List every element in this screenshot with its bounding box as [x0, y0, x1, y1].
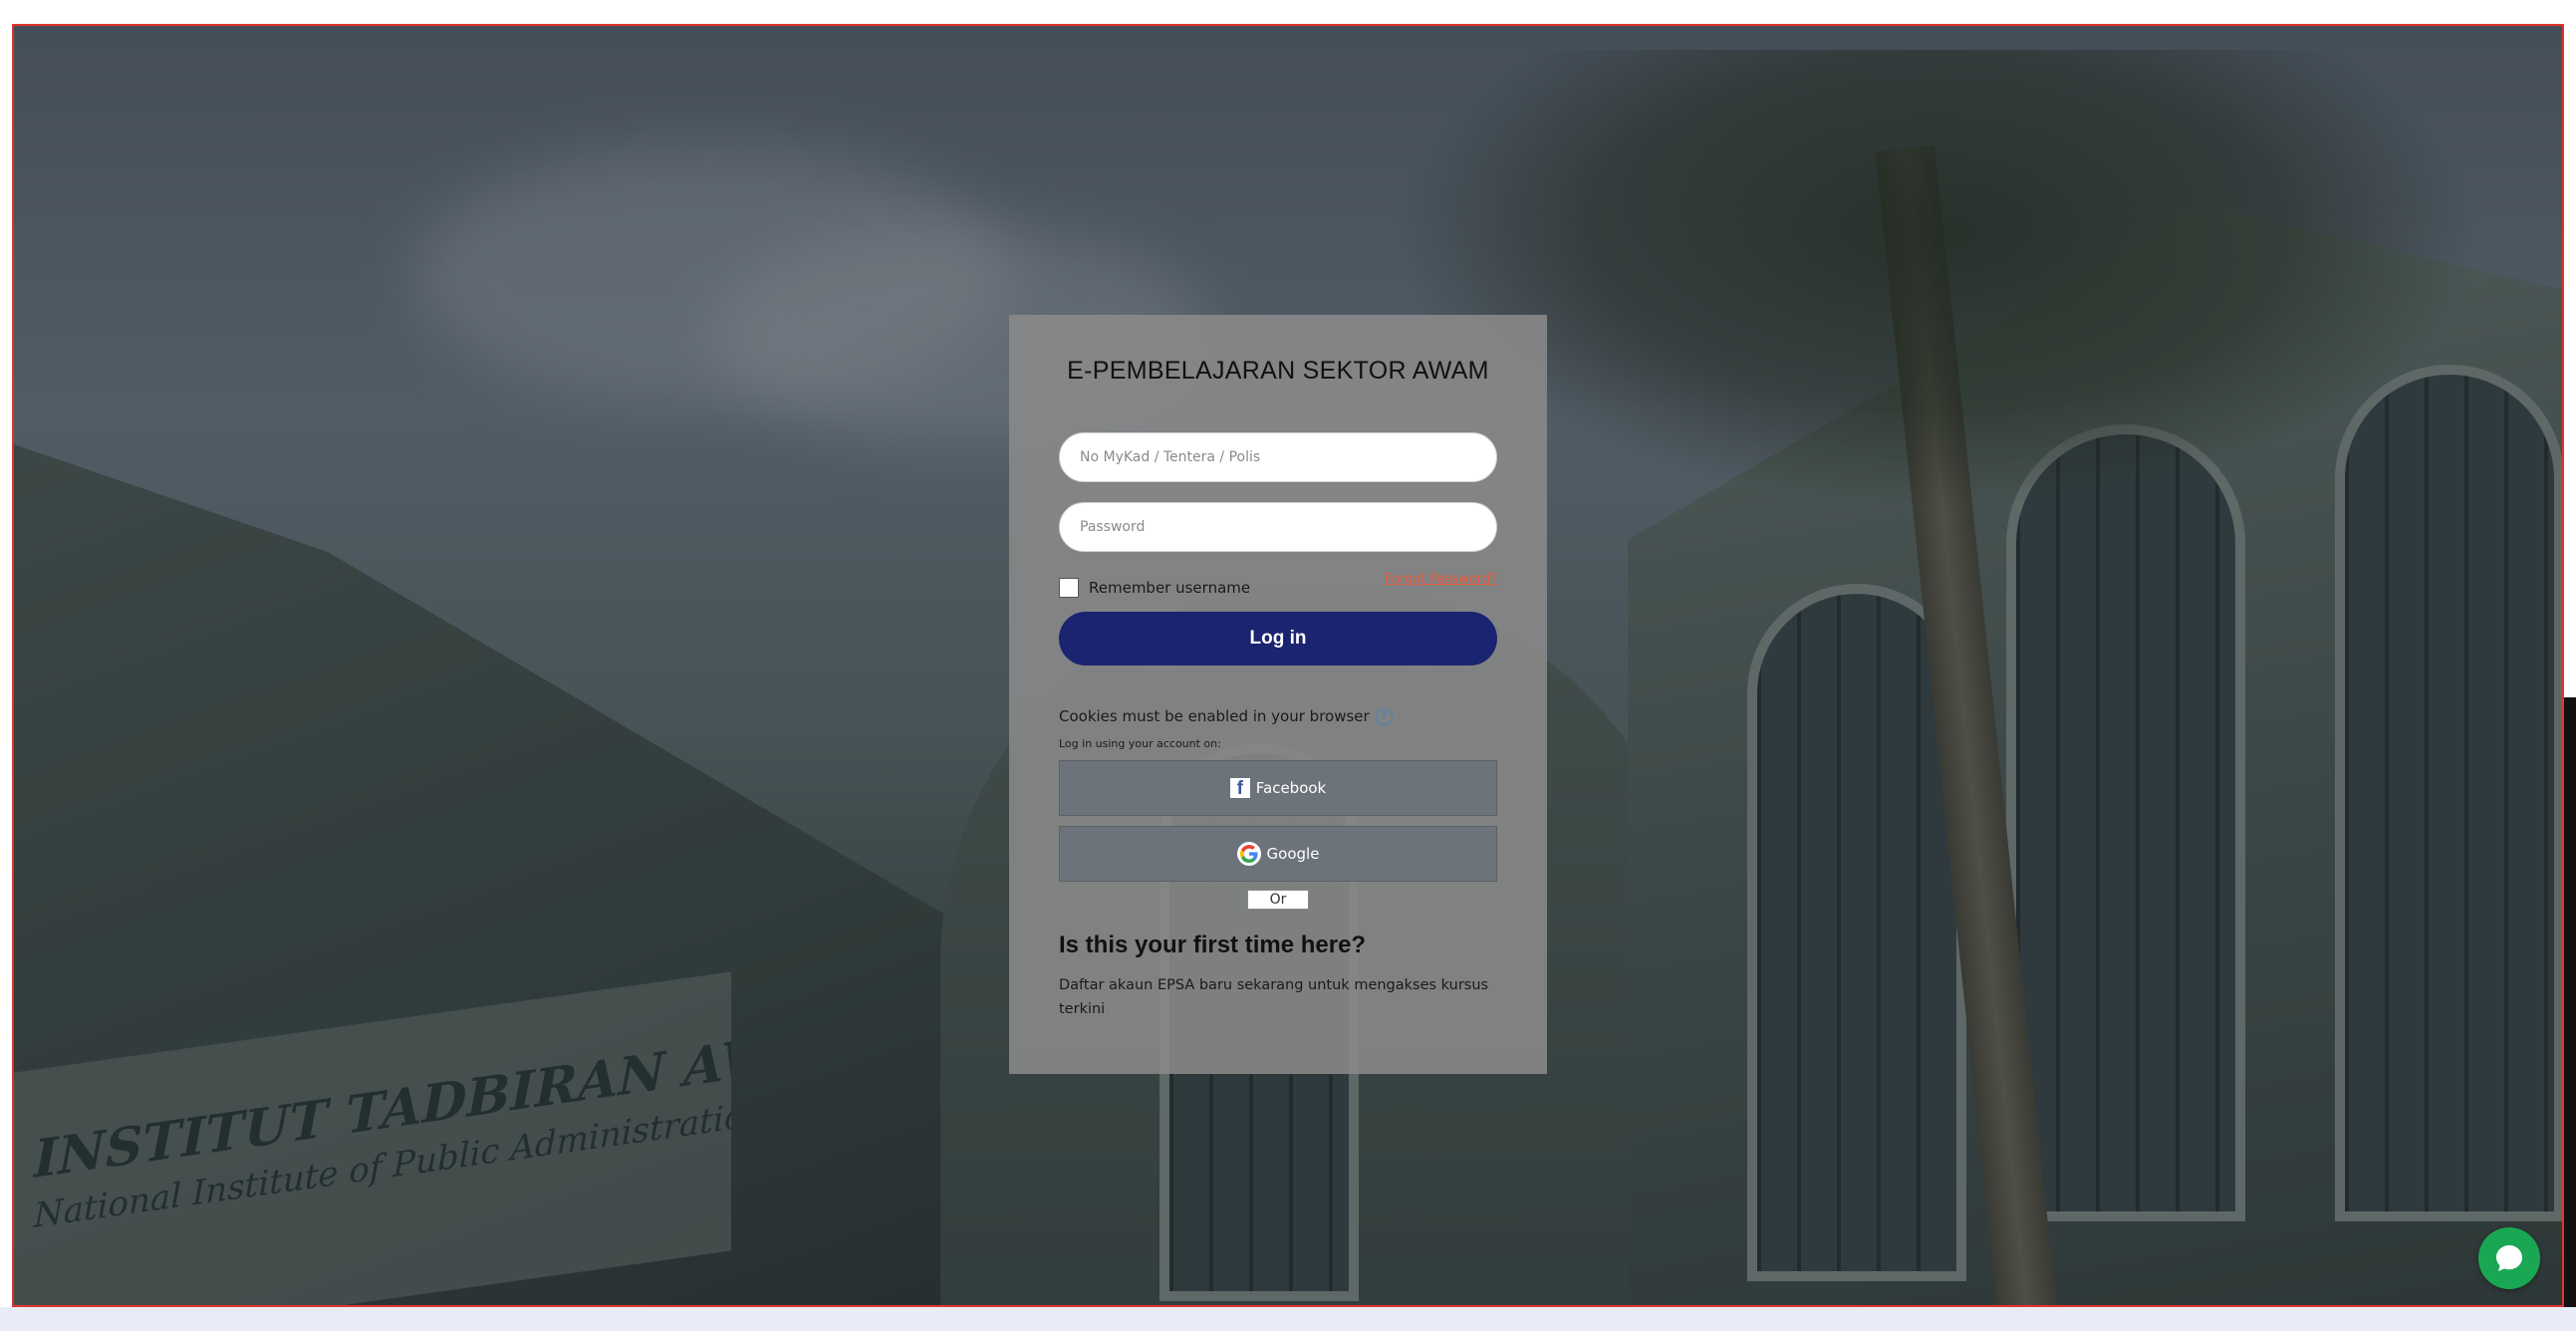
facebook-login-button[interactable]: f Facebook	[1059, 760, 1497, 816]
top-strip	[0, 0, 2576, 24]
facebook-label: Facebook	[1255, 779, 1327, 797]
help-icon[interactable]: ?	[1375, 707, 1393, 725]
bottom-strip	[0, 1307, 2576, 1331]
login-button[interactable]: Log in	[1059, 612, 1497, 666]
google-login-button[interactable]: Google	[1059, 826, 1497, 882]
login-using-label: Log in using your account on:	[1059, 737, 1221, 750]
remember-row: Remember username Forgot Password?	[1059, 572, 1497, 600]
password-input[interactable]	[1059, 502, 1497, 552]
login-card: E-PEMBELAJARAN SEKTOR AWAM Remember user…	[1009, 315, 1547, 1074]
cookies-notice: Cookies must be enabled in your browser …	[1059, 707, 1497, 725]
google-icon	[1236, 842, 1261, 866]
page-frame: INSTITUT TADBIRAN AWAM NEGARA (INTAN) Na…	[12, 24, 2564, 1307]
cookies-notice-text: Cookies must be enabled in your browser	[1059, 707, 1370, 725]
or-divider: Or	[1247, 890, 1309, 910]
remember-label: Remember username	[1089, 579, 1251, 597]
page-title: E-PEMBELAJARAN SEKTOR AWAM	[1067, 357, 1489, 385]
google-label: Google	[1266, 845, 1320, 863]
remember-checkbox[interactable]	[1059, 578, 1079, 598]
first-time-description: Daftar akaun EPSA baru sekarang untuk me…	[1059, 977, 1489, 1017]
first-time-heading: Is this your first time here?	[1059, 932, 1367, 958]
facebook-icon: f	[1229, 778, 1250, 798]
username-input[interactable]	[1059, 432, 1497, 482]
chat-icon	[2496, 1245, 2522, 1271]
forgot-password-link[interactable]: Forgot Password?	[1385, 572, 1497, 587]
chat-button[interactable]	[2478, 1227, 2540, 1289]
scrollbar[interactable]	[2564, 697, 2576, 1307]
